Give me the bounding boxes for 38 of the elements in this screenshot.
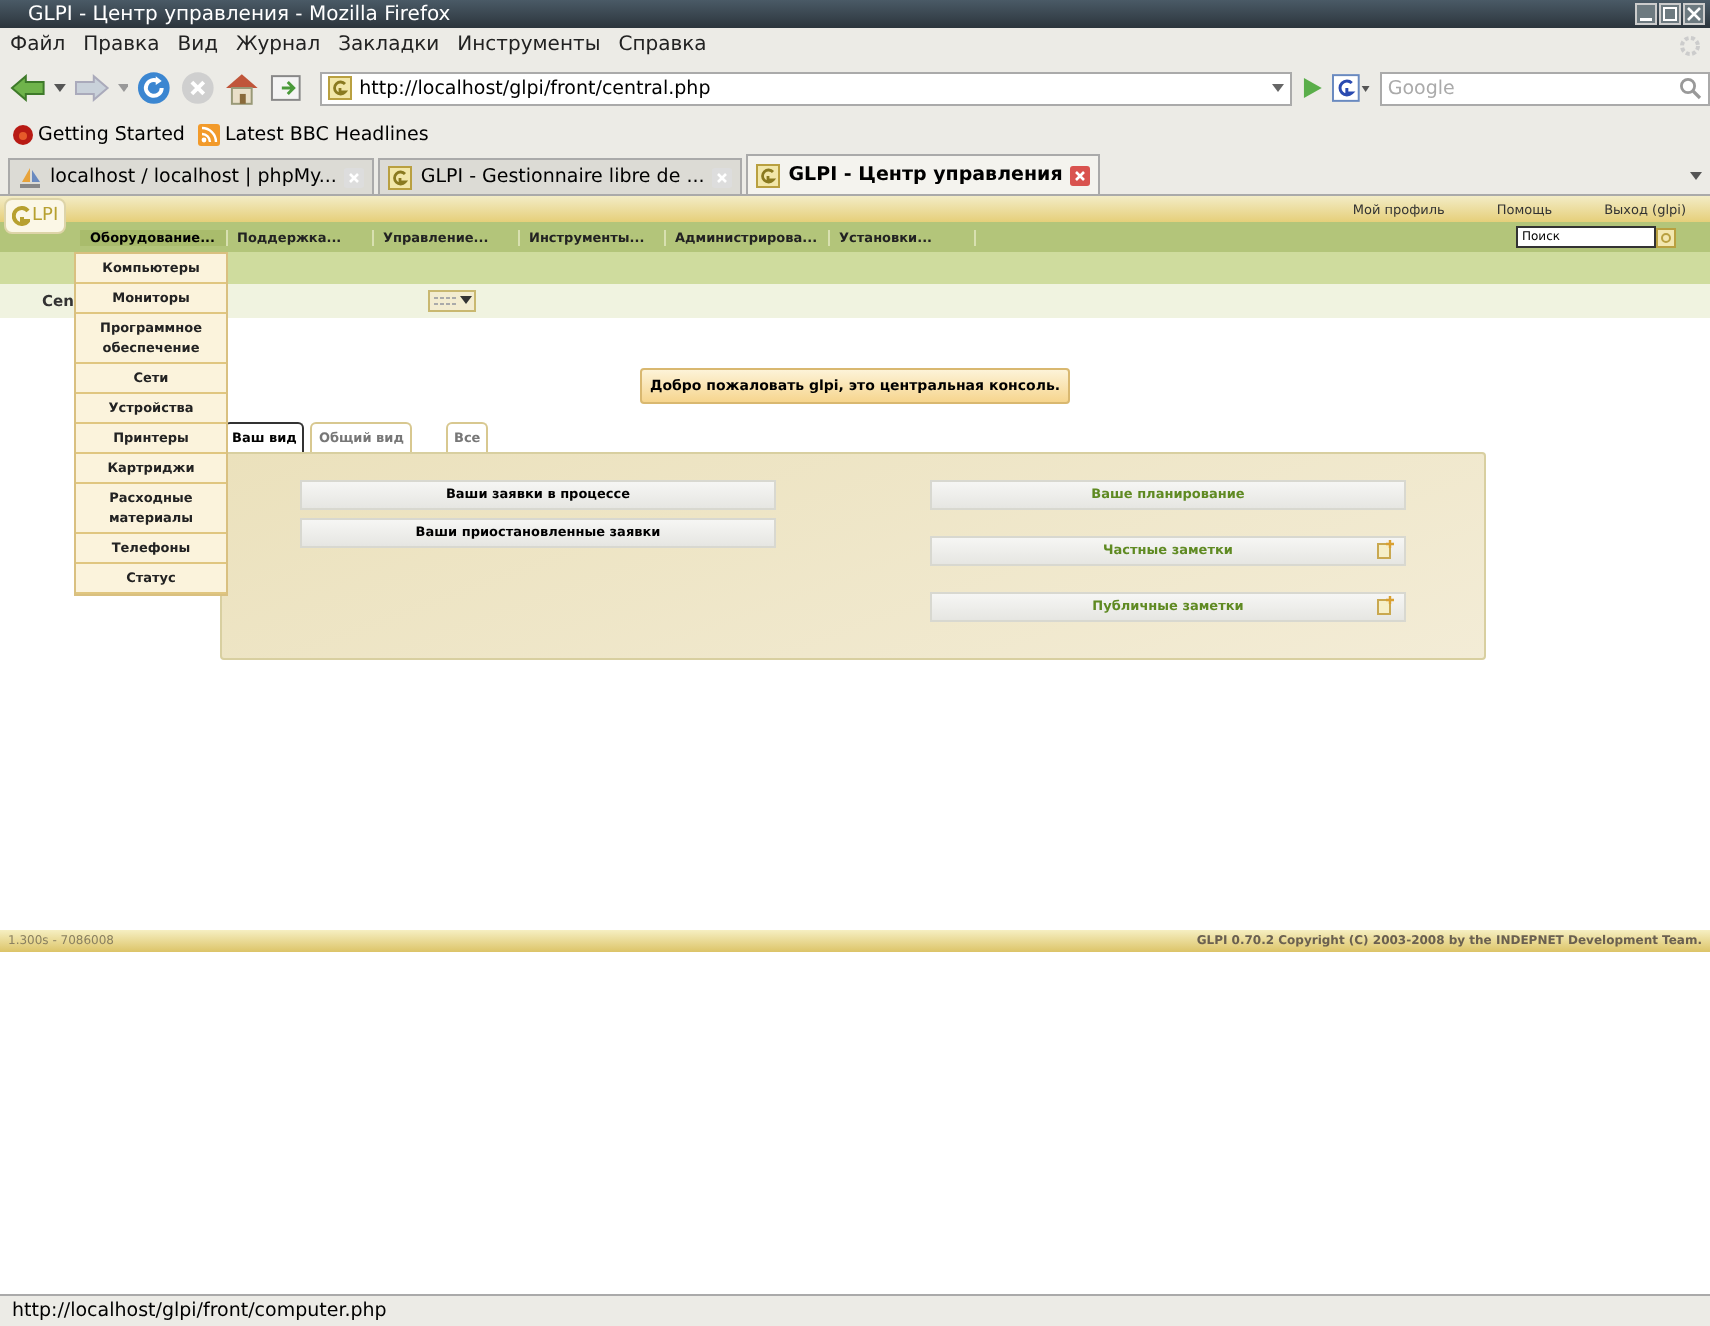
logo-icon bbox=[12, 206, 30, 226]
back-icon[interactable] bbox=[10, 72, 46, 104]
gear-icon bbox=[1678, 33, 1702, 57]
page-icon[interactable] bbox=[267, 70, 304, 106]
favicon-icon bbox=[756, 163, 781, 187]
window-title: GLPI - Центр управления - Mozilla Firefox bbox=[28, 3, 453, 25]
bookmark[interactable]: Getting Started bbox=[12, 123, 185, 145]
feed-icon bbox=[198, 123, 221, 145]
menu-item[interactable]: Инструменты bbox=[457, 34, 601, 56]
caret-icon[interactable] bbox=[53, 84, 66, 92]
favicon-icon bbox=[327, 76, 352, 100]
minimize-icon[interactable] bbox=[1634, 2, 1658, 26]
bookmark[interactable]: Latest BBC Headlines bbox=[198, 123, 429, 145]
go-icon[interactable] bbox=[1300, 76, 1325, 100]
menu-item[interactable]: Вид bbox=[177, 34, 218, 56]
browser-tab[interactable]: GLPI - Gestionnaire libre de ... bbox=[378, 158, 743, 194]
search-engine-icon[interactable] bbox=[1332, 74, 1372, 102]
home-icon[interactable] bbox=[224, 70, 260, 106]
address-field[interactable]: http://localhost/glpi/front/central.php bbox=[319, 71, 1293, 105]
add-note-icon[interactable] bbox=[1376, 540, 1396, 560]
flame-icon bbox=[12, 123, 34, 145]
dropdown-icon[interactable] bbox=[427, 290, 476, 312]
menu-item[interactable]: Закладки bbox=[338, 34, 440, 56]
status-text: http://localhost/glpi/front/computer.php bbox=[12, 1300, 387, 1322]
menu-item[interactable]: Правка bbox=[83, 34, 160, 56]
menu-item[interactable]: Справка bbox=[618, 34, 707, 56]
caret-icon[interactable] bbox=[1272, 84, 1285, 92]
maximize-icon[interactable] bbox=[1658, 2, 1682, 26]
add-note-icon[interactable] bbox=[1376, 596, 1396, 616]
sailboat-icon bbox=[18, 165, 42, 189]
browser-tab[interactable]: GLPI - Центр управления bbox=[746, 154, 1101, 194]
favicon-icon bbox=[388, 165, 413, 189]
reload-icon[interactable] bbox=[136, 70, 173, 106]
close-icon[interactable] bbox=[1682, 2, 1706, 26]
caret-icon[interactable] bbox=[1690, 172, 1702, 180]
browser-tab[interactable]: localhost / localhost | phpMy... bbox=[8, 158, 375, 194]
menu-item[interactable]: Файл bbox=[10, 34, 66, 56]
menu-item[interactable]: Журнал bbox=[235, 34, 321, 56]
